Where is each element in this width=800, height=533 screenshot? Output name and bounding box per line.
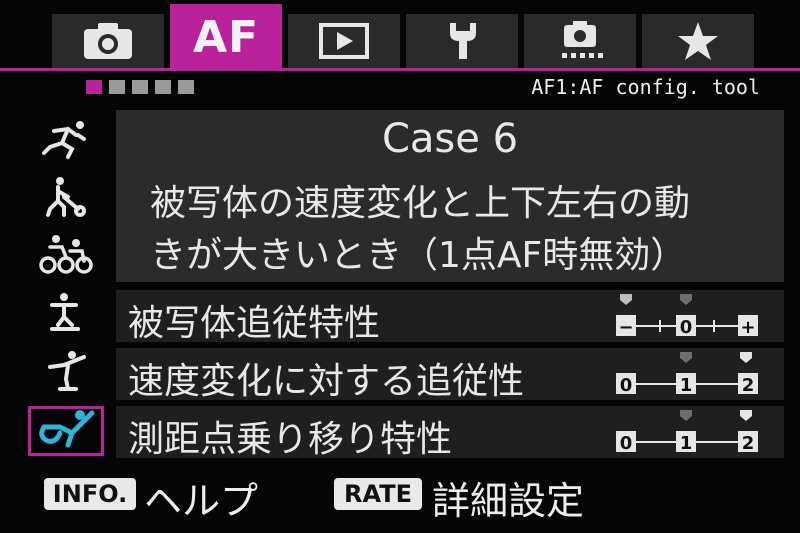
scale-tick-label: 0: [680, 317, 693, 338]
tab-setup[interactable]: [406, 14, 518, 68]
case-3-button[interactable]: [28, 232, 104, 282]
rate-button-label: 詳細設定: [432, 479, 585, 523]
figure-skater-icon: [38, 349, 94, 397]
tab-playback[interactable]: [288, 14, 400, 68]
page-dot-1: [86, 80, 102, 94]
menu-tab-bar: AF: [0, 0, 800, 70]
star-icon: [668, 21, 728, 61]
scale-tick-label: 1: [680, 375, 693, 396]
case-2-button[interactable]: [28, 174, 104, 224]
skier-icon: [38, 291, 94, 339]
tab-mymenu[interactable]: [642, 14, 754, 68]
case-description-line-1: 被写体の速度変化と上下左右の動: [150, 183, 691, 224]
wrench-icon: [432, 21, 492, 61]
case-5-button[interactable]: [28, 348, 104, 398]
scale-tick-label: 1: [680, 433, 693, 454]
setting-marker-icon: [680, 294, 692, 305]
param-label-af-point-switching: 測距点乗り移り特性: [128, 419, 453, 460]
page-dot-2: [109, 80, 125, 94]
tab-camera[interactable]: [52, 14, 164, 68]
scale-tick-label: 0: [620, 433, 633, 454]
scale-tick-label: −: [618, 317, 633, 338]
golfer-icon: [38, 175, 94, 223]
page-dot-4: [155, 80, 171, 94]
case-4-button[interactable]: [28, 290, 104, 340]
case-title: Case 6: [381, 116, 519, 162]
scale-tick-label: 0: [620, 375, 633, 396]
page-dot-3: [132, 80, 148, 94]
scale-tick-label: 2: [742, 433, 755, 454]
tab-af-label: AF: [192, 11, 260, 63]
param-label-accel-decel-tracking: 速度変化に対する追従性: [128, 361, 525, 402]
tab-af[interactable]: AF: [170, 4, 282, 70]
camera-icon: [78, 21, 138, 61]
info-button[interactable]: INFO.: [44, 478, 136, 510]
info-button-label: ヘルプ: [144, 479, 259, 523]
playback-icon: [314, 21, 374, 61]
rate-button[interactable]: RATE: [334, 478, 422, 510]
setting-marker-icon: [740, 352, 752, 363]
default-marker-icon: [620, 294, 632, 305]
param-scale-af-point-switching[interactable]: 0 1 2: [614, 406, 760, 458]
scale-tick-label: 2: [742, 375, 755, 396]
custom-function-camera-icon: [550, 21, 610, 61]
scale-tick-label: +: [740, 317, 755, 338]
page-indicator: [86, 80, 194, 94]
case-description-line-2: きが大きいとき（1点AF時無効）: [150, 235, 687, 276]
param-label-tracking-sensitivity: 被写体追従特性: [128, 303, 381, 344]
tab-custom[interactable]: [524, 14, 636, 68]
setting-marker-icon: [740, 410, 752, 421]
page-dot-5: [178, 80, 194, 94]
default-marker-icon: [680, 410, 692, 421]
menu-title: AF1:AF config. tool: [531, 75, 760, 99]
case-6-button[interactable]: [28, 406, 104, 456]
default-marker-icon: [680, 352, 692, 363]
gymnast-icon: [34, 407, 98, 455]
cyclists-icon: [36, 233, 96, 281]
param-scale-tracking-sensitivity[interactable]: − 0 +: [614, 290, 760, 342]
param-scale-accel-decel-tracking[interactable]: 0 1 2: [614, 348, 760, 400]
